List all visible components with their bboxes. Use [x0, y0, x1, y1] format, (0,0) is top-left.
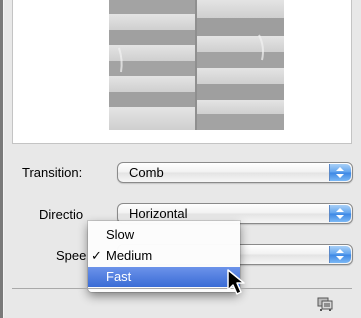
- window-left-edge-highlight: [3, 0, 4, 318]
- speed-menu: Slow ✓ Medium Fast: [88, 221, 240, 292]
- speed-menu-item-label: Fast: [106, 269, 132, 284]
- speed-menu-item-fast[interactable]: Fast: [88, 267, 240, 287]
- direction-label: Directio: [39, 207, 84, 222]
- chevron-up-icon: [336, 249, 344, 253]
- chevron-down-icon: [336, 256, 344, 260]
- comb-preview-graphic: [109, 0, 284, 130]
- chevron-up-icon: [336, 208, 344, 212]
- arrow-pointer-icon: [227, 269, 245, 295]
- speed-popup-stepper: [329, 246, 351, 263]
- slideshow-icon[interactable]: [317, 296, 335, 312]
- transition-popup-value: Comb: [129, 165, 164, 180]
- direction-popup-value: Horizontal: [129, 206, 188, 221]
- direction-popup-stepper: [329, 205, 351, 222]
- transition-label: Transition:: [22, 165, 83, 180]
- transition-popup[interactable]: Comb: [117, 162, 353, 183]
- chevron-down-icon: [336, 215, 344, 219]
- transition-preview-image: [109, 0, 284, 130]
- chevron-up-icon: [336, 167, 344, 171]
- speed-menu-item-label: Medium: [106, 248, 153, 263]
- transition-popup-stepper: [329, 164, 351, 181]
- speed-menu-item-medium[interactable]: ✓ Medium: [88, 246, 240, 266]
- speed-menu-item-label: Slow: [106, 227, 135, 242]
- section-divider: [12, 288, 352, 289]
- transition-preview-well: [12, 0, 352, 144]
- speed-label: Spee: [56, 248, 87, 263]
- speed-menu-item-slow[interactable]: Slow: [88, 225, 240, 245]
- checkmark-icon: ✓: [91, 248, 102, 263]
- chevron-down-icon: [336, 174, 344, 178]
